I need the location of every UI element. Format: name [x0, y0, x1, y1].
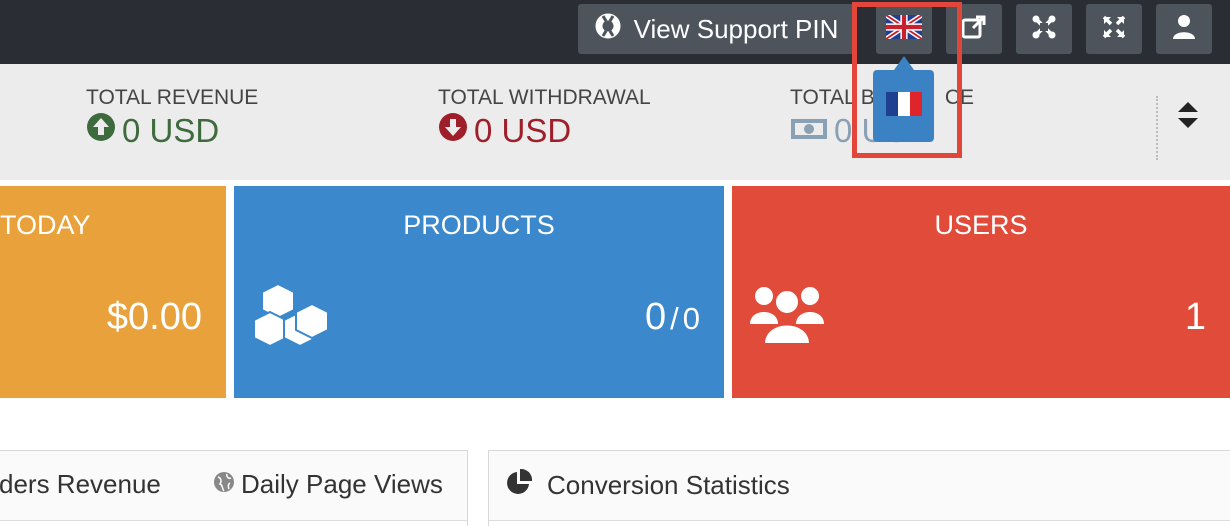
total-withdrawal-label: TOTAL WITHDRAWAL	[438, 86, 651, 109]
users-title: USERS	[934, 210, 1028, 240]
joomla-icon	[1031, 14, 1057, 45]
total-revenue-label: TOTAL REVENUE	[86, 86, 259, 109]
user-menu-button[interactable]	[1156, 4, 1212, 54]
total-withdrawal-value: 0 USD	[474, 112, 572, 149]
tab-orders-revenue-label: ders Revenue	[0, 469, 161, 499]
money-icon	[790, 112, 828, 150]
uk-flag-icon	[884, 12, 924, 44]
tab-daily-page-views[interactable]: Daily Page Views	[213, 469, 443, 500]
external-link-icon	[961, 14, 987, 45]
total-withdrawal-stat: TOTAL WITHDRAWAL 0 USD	[438, 86, 651, 150]
language-button[interactable]	[876, 4, 932, 54]
users-value: 1	[1184, 296, 1206, 338]
external-link-button[interactable]	[946, 4, 1002, 54]
today-value: $0.00	[106, 296, 202, 338]
cubes-icon	[252, 282, 334, 351]
conversion-statistics-title: Conversion Statistics	[547, 470, 790, 500]
life-ring-icon	[594, 12, 622, 47]
products-value: 0/0	[644, 296, 700, 338]
conversion-statistics-panel: Conversion Statistics	[488, 450, 1230, 526]
language-dropdown-arrow	[894, 56, 914, 70]
users-tile[interactable]: USERS 1	[732, 186, 1230, 398]
globe-icon	[213, 469, 235, 500]
arrow-down-circle-icon	[438, 112, 468, 150]
user-icon	[1172, 14, 1196, 45]
joomla-button[interactable]	[1016, 4, 1072, 54]
tab-orders-revenue[interactable]: ders Revenue	[0, 469, 161, 500]
stats-divider	[1156, 96, 1158, 160]
language-dropdown[interactable]	[873, 70, 934, 142]
support-pin-label: View Support PIN	[633, 13, 839, 44]
total-revenue-stat: TOTAL REVENUE 0 USD	[86, 86, 258, 150]
today-title: TODAY	[0, 210, 91, 240]
total-revenue-value: 0 USD	[122, 112, 220, 149]
view-support-pin-button[interactable]: View Support PIN	[578, 4, 854, 54]
products-title: PRODUCTS	[403, 210, 555, 240]
france-flag-icon[interactable]	[885, 91, 922, 121]
users-icon	[750, 282, 824, 351]
products-tile[interactable]: PRODUCTS 0/0	[234, 186, 724, 398]
expand-icon	[1101, 14, 1127, 45]
tab-daily-page-views-label: Daily Page Views	[241, 469, 443, 499]
revenue-views-panel: ders Revenue Daily Page Views	[0, 450, 468, 526]
fullscreen-button[interactable]	[1086, 4, 1142, 54]
totals-bar: TOTAL REVENUE 0 USD TOTAL WITHDRAWAL 0 U…	[0, 64, 1230, 180]
arrow-up-circle-icon	[86, 112, 116, 150]
sort-icon[interactable]	[1176, 100, 1200, 135]
today-tile[interactable]: TODAY $0.00	[0, 186, 226, 398]
pie-chart-icon	[505, 468, 533, 503]
top-navbar: View Support PIN	[0, 0, 1230, 64]
